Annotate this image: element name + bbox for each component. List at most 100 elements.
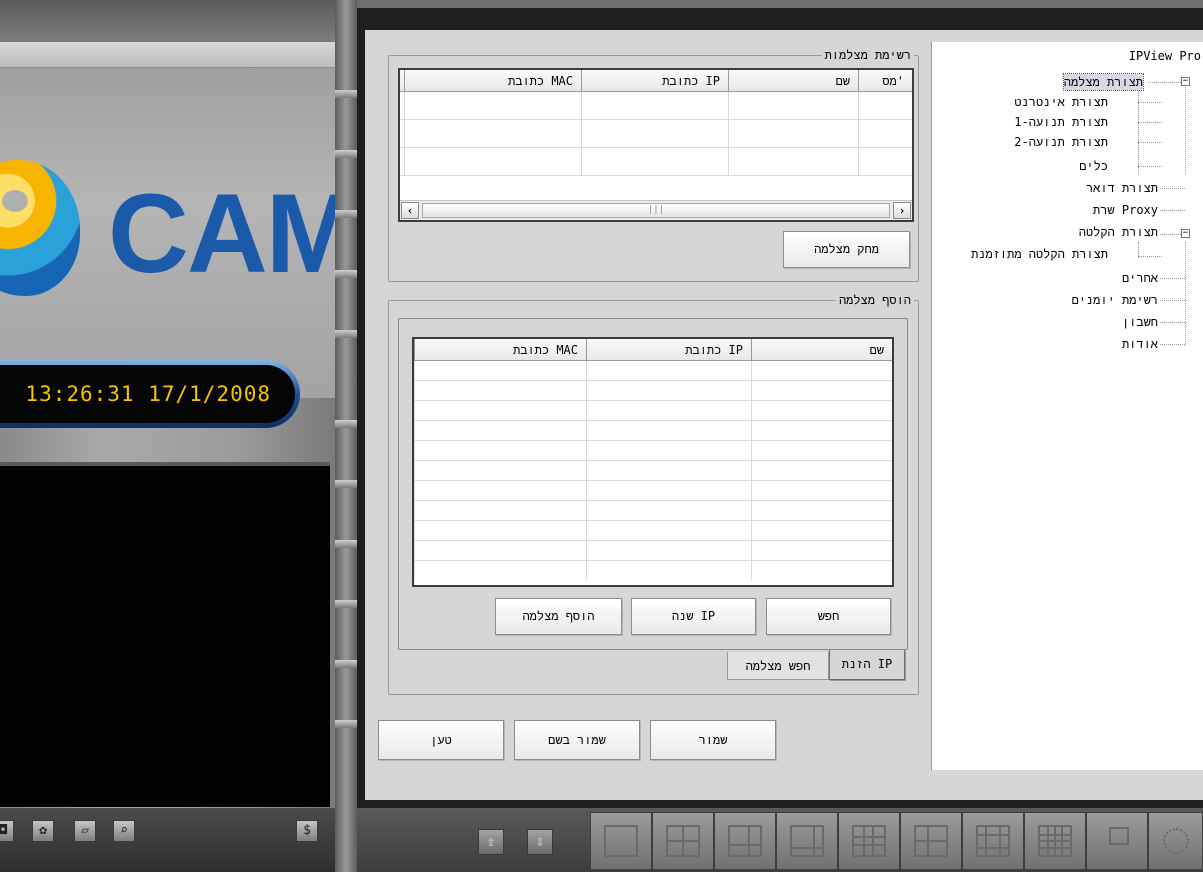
column-header-mac[interactable]: כתובת MAC [414,339,586,360]
table-row[interactable] [414,461,892,481]
panel-divider [335,0,357,872]
layout-sixteen-icon[interactable] [1024,812,1086,870]
table-cell [751,421,892,440]
table-row[interactable] [414,481,892,501]
table-row[interactable] [414,441,892,461]
layout-eight-icon[interactable] [776,812,838,870]
tree-item-about[interactable]: אודות [1122,336,1158,352]
table-row[interactable] [414,381,892,401]
table-row[interactable] [400,92,912,120]
column-header-ip[interactable]: כתובת IP [581,70,728,91]
column-header-name[interactable]: שם [728,70,858,91]
scrollbar-thumb[interactable]: ||| [422,203,890,218]
layout-pip-icon[interactable] [1086,812,1148,870]
table-cell [414,481,586,500]
tree-item-log-list[interactable]: רשימת יומנים [1072,292,1158,308]
camera-icon[interactable]: ◘ [0,820,14,842]
layout-glyph [914,825,948,857]
add-camera-button[interactable]: הוסף מצלמה [495,598,622,635]
settings-icon[interactable]: ✿ [32,820,54,842]
tree-item-recording-config[interactable]: תצורת הקלטה [1079,224,1158,240]
dollar-icon[interactable]: $ [296,820,318,842]
divider-notch [335,90,357,98]
save-button[interactable]: שמור [650,720,776,760]
layout-glyph [1109,827,1129,845]
table-row[interactable] [414,561,892,581]
table-cell [586,401,751,420]
layout-ten-icon[interactable] [900,812,962,870]
delete-camera-button[interactable]: מחק מצלמה [783,231,910,268]
table-row[interactable] [400,148,912,176]
tab-search-camera[interactable]: חפש מצלמה [727,652,829,680]
divider-notch [335,600,357,608]
layout-glyph [1163,828,1189,854]
table-row[interactable] [414,541,892,561]
layout-quad-icon[interactable] [652,812,714,870]
folder-icon[interactable]: ▱ [74,820,96,842]
tree-item-internet-config[interactable]: תצורת אינטרנט [1014,94,1108,110]
column-header-mac[interactable]: כתובת MAC [404,70,581,91]
divider-notch [335,210,357,218]
tree-item-mail-config[interactable]: תצורת דואר [1086,180,1158,196]
layout-single-icon[interactable] [590,812,652,870]
change-ip-button[interactable]: שנה IP [631,598,756,635]
search-icon[interactable]: ⌕ [113,820,135,842]
arrow-down-icon[interactable]: ⇩ [527,829,553,855]
table-row[interactable] [414,521,892,541]
clock-display-inner: 13:26:31 17/1/2008 [0,365,295,423]
table-row[interactable] [414,421,892,441]
tree-item-others[interactable]: אחרים [1122,270,1158,286]
tree-item-account[interactable]: חשבון [1122,314,1158,330]
clock-display: 13:26:31 17/1/2008 [0,360,300,428]
table-row[interactable] [400,120,912,148]
search-button[interactable]: חפש [766,598,891,635]
layout-glyph [604,825,638,857]
scroll-left-icon[interactable]: ‹ [401,202,419,219]
tree-item-motion-config-2[interactable]: תצורת תנועה-2 [1014,134,1108,150]
logo-icon-hole [2,190,28,212]
video-panel-strip [0,42,335,68]
table-cell [751,501,892,520]
settings-tree[interactable] [931,42,1203,770]
column-header-number[interactable]: מס' [858,70,912,91]
save-as-button[interactable]: שמור בשם [514,720,640,760]
table-cell [751,461,892,480]
column-header-ip[interactable]: כתובת IP [586,339,751,360]
divider-notch [335,660,357,668]
scroll-right-icon[interactable]: › [893,202,911,219]
table-header: שם כתובת IP כתובת MAC [414,339,892,361]
table-cell [858,148,912,175]
arrow-up-icon[interactable]: ⇧ [478,829,504,855]
tree-item-proxy-server[interactable]: שרת Proxy [1093,202,1158,218]
table-row[interactable] [414,361,892,381]
table-cell [751,541,892,560]
table-row[interactable] [414,501,892,521]
table-row[interactable] [414,401,892,421]
tab-ip-entry[interactable]: הזנת IP [829,650,905,680]
layout-nine-icon[interactable] [838,812,900,870]
tree-item-motion-config-1[interactable]: תצורת תנועה-1 [1014,114,1108,130]
tree-item-scheduled-recording[interactable]: תצורת הקלטה מתוזמנת [971,246,1108,262]
collapse-icon[interactable]: − [1181,229,1190,238]
column-header-name[interactable]: שם [751,339,892,360]
table-cell [751,561,892,581]
load-button[interactable]: טען [378,720,504,760]
table-cell [586,361,751,380]
table-cell [728,120,858,147]
tree-item-camera-config[interactable]: תצורת מצלמה [1062,73,1145,91]
layout-thirteen-icon[interactable] [962,812,1024,870]
divider-notch [335,150,357,158]
collapse-icon[interactable]: − [1181,77,1190,86]
tree-item-tools[interactable]: כלים [1079,158,1108,174]
layout-six-icon[interactable] [714,812,776,870]
table-cell [586,381,751,400]
camera-list-table[interactable]: מס' שם כתובת IP כתובת MAC ‹ ||| › [398,68,914,222]
table-cell [751,521,892,540]
divider-notch [335,420,357,428]
table-cell [751,401,892,420]
video-view[interactable] [0,462,330,807]
tree-root[interactable]: IPView Pro [1129,48,1201,64]
horizontal-scrollbar[interactable]: ‹ ||| › [400,200,912,220]
found-cameras-table[interactable]: שם כתובת IP כתובת MAC [412,337,894,587]
layout-sequence-icon[interactable] [1148,812,1203,870]
